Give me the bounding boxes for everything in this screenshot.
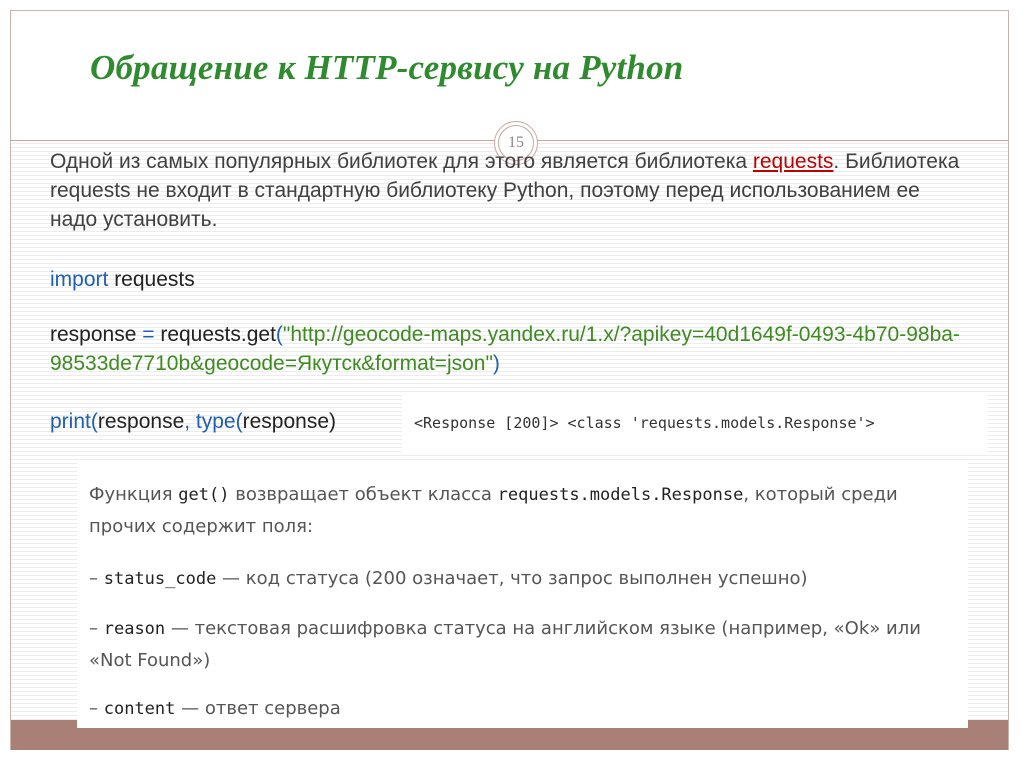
code-get: get [246, 323, 276, 346]
doc-code: content [103, 699, 176, 719]
code-comma: , [184, 410, 196, 433]
code-paren: ) [329, 410, 337, 433]
doc-code: reason [103, 619, 166, 639]
code-paren-open: ( [275, 323, 283, 346]
code-import-line: import requests [50, 265, 195, 294]
code-print-line: print(response, type(response) [50, 407, 336, 436]
code-type: type [195, 410, 236, 433]
code-module: requests. [154, 323, 247, 346]
doc-text: Функция [89, 484, 179, 505]
doc-code: requests.models.Response [497, 485, 744, 505]
list-dash: – [89, 698, 104, 719]
doc-code: get() [178, 485, 230, 505]
import-module: requests [108, 268, 195, 291]
intro-text-1: Одной из самых популярных библиотек для … [50, 150, 753, 173]
doc-text: — текстовая расшифровка статуса на англи… [89, 618, 921, 671]
console-output: <Response [200]> <class 'requests.models… [402, 393, 988, 453]
code-arg: response [97, 410, 185, 433]
code-assign: = [142, 323, 155, 346]
code-var: response [50, 323, 143, 346]
code-print: print [50, 410, 91, 433]
doc-text: — ответ сервера [175, 698, 341, 719]
doc-code: status_code [103, 569, 217, 589]
doc-text: — код статуса (200 означает, что запрос … [216, 568, 808, 589]
code-paren: ( [90, 410, 98, 433]
doc-list-item: – status_code — код статуса (200 означае… [89, 563, 959, 595]
doc-paragraph: Функция get() возвращает объект класса r… [89, 479, 959, 543]
doc-text: возвращает объект класса [229, 484, 498, 505]
slide-title: Обращение к HTTP-сервису на Python [90, 48, 684, 87]
code-paren-close: ) [492, 352, 500, 375]
code-arg: response [242, 410, 330, 433]
code-paren: ( [235, 410, 243, 433]
intro-paragraph: Одной из самых популярных библиотек для … [50, 147, 970, 234]
documentation-excerpt: Функция get() возвращает объект класса r… [77, 463, 968, 728]
import-keyword: import [50, 268, 109, 291]
code-request-line: response = requests.get("http://geocode-… [50, 320, 980, 378]
doc-list-item: – reason — текстовая расшифровка статуса… [89, 613, 959, 677]
requests-link[interactable]: requests [753, 150, 834, 173]
doc-list-item: – content — ответ сервера [89, 693, 959, 725]
list-dash: – [89, 618, 104, 639]
list-dash: – [89, 568, 104, 589]
